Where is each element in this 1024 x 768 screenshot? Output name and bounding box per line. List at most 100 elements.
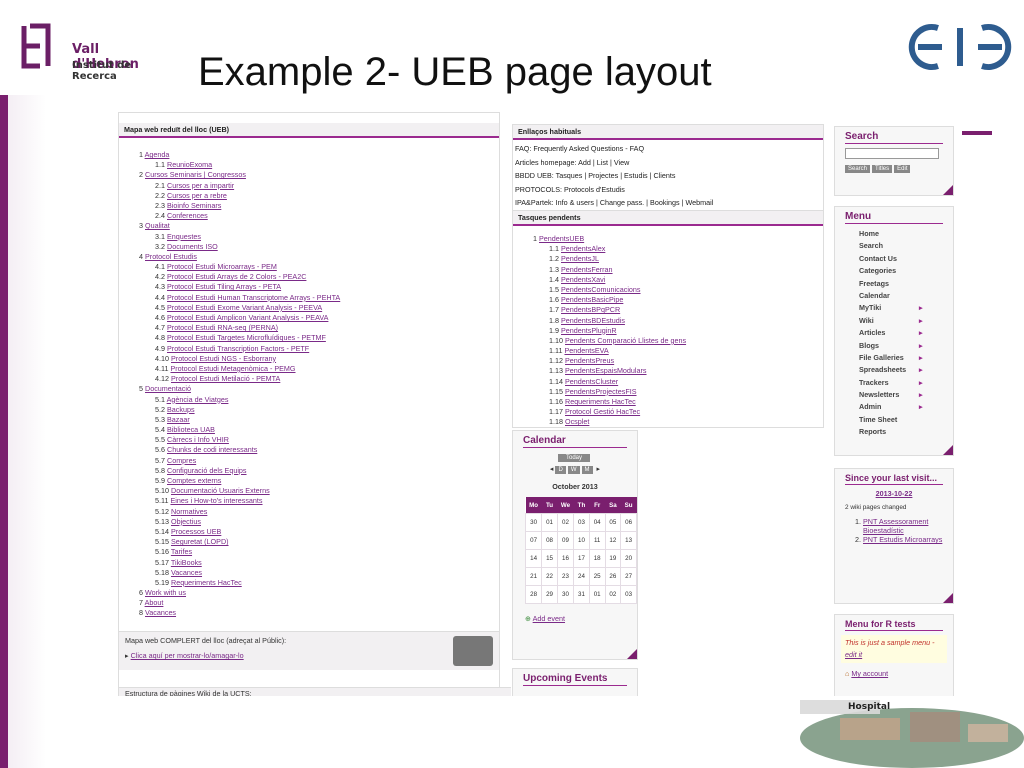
tree-item-link[interactable]: Protocol Estudi Tiling Arrays - PETA	[167, 282, 281, 291]
tree-item-link[interactable]: Protocol Estudi Targetes Microfluídiques…	[167, 333, 326, 342]
menu-item[interactable]: Calendar	[835, 290, 953, 302]
menu-item[interactable]: MyTiki ▸	[835, 302, 953, 314]
calendar-day-cell[interactable]: 18	[588, 549, 606, 568]
search-button-titles[interactable]: Titles	[872, 165, 893, 173]
tree-item-link[interactable]: PendentsBDEstudis	[561, 316, 625, 325]
tree-item-link[interactable]: PendentsFerran	[561, 265, 613, 274]
calendar-day-cell[interactable]: 14	[524, 549, 543, 568]
menu-item[interactable]: Newsletters ▸	[835, 389, 953, 401]
tree-item-link[interactable]: PendentsProjectesFIS	[565, 387, 637, 396]
calendar-day-cell[interactable]: 12	[604, 531, 622, 550]
tree-item-link[interactable]: Biblioteca UAB	[167, 425, 215, 434]
tree-item-link[interactable]: TikiBooks	[171, 558, 202, 567]
tree-item-link[interactable]: Cursos per a rebre	[167, 191, 227, 200]
calendar-day-cell[interactable]: 28	[524, 585, 543, 604]
calendar-day-cell[interactable]: 26	[604, 567, 622, 586]
tree-item-link[interactable]: Configuració dels Equips	[167, 466, 247, 475]
tree-item-link[interactable]: Protocol Estudis	[145, 252, 197, 261]
calendar-day-cell[interactable]: 24	[573, 567, 590, 586]
today-button[interactable]: Today	[557, 454, 590, 462]
tree-item-link[interactable]: Cursos per a impartir	[167, 181, 234, 190]
calendar-day-cell[interactable]: 02	[556, 513, 575, 532]
calendar-day-cell[interactable]: 16	[556, 549, 575, 568]
calendar-day-cell[interactable]: 04	[588, 513, 606, 532]
menu-item[interactable]: Wiki ▸	[835, 315, 953, 327]
calendar-view-button[interactable]: W	[567, 466, 580, 474]
tree-item-link[interactable]: Conferences	[167, 211, 208, 220]
tree-item-link[interactable]: Eines i How-to's interessants	[170, 496, 262, 505]
tree-item-link[interactable]: Protocol Gestió HacTec	[565, 407, 640, 416]
tree-item-link[interactable]: PendentsBPqPCR	[561, 305, 620, 314]
search-button-search[interactable]: Search	[845, 165, 871, 173]
calendar-day-cell[interactable]: 09	[556, 531, 575, 550]
menu-item[interactable]: Trackers ▸	[835, 377, 953, 389]
calendar-day-cell[interactable]: 08	[541, 531, 558, 550]
tree-item-link[interactable]: Protocol Estudi Exome Variant Analysis -…	[167, 303, 322, 312]
tree-item-link[interactable]: Objectius	[171, 517, 201, 526]
tree-item-link[interactable]: Work with us	[145, 588, 186, 597]
tree-item-link[interactable]: Normatives	[171, 507, 207, 516]
calendar-day-cell[interactable]: 19	[604, 549, 622, 568]
tree-item-link[interactable]: Processos UEB	[171, 527, 221, 536]
menu-item[interactable]: Home	[835, 228, 953, 240]
tree-item-link[interactable]: Comptes externs	[167, 476, 221, 485]
tree-item-link[interactable]: Càrrecs i Info VHIR	[167, 435, 229, 444]
calendar-day-cell[interactable]: 17	[573, 549, 590, 568]
calendar-day-cell[interactable]: 01	[588, 585, 606, 604]
complete-map-toggle-link[interactable]: Clica aquí per mostrar-lo/amagar-lo	[131, 651, 244, 660]
tree-item-link[interactable]: Documentació	[145, 384, 191, 393]
tree-item-link[interactable]: Chunks de codi interessants	[167, 445, 257, 454]
calendar-day-cell[interactable]: 31	[573, 585, 590, 604]
tree-item-link[interactable]: Agència de Viatges	[167, 395, 229, 404]
tree-item-link[interactable]: Tarifes	[171, 547, 192, 556]
tree-item-link[interactable]: Requeriments HacTec	[565, 397, 636, 406]
menu-item[interactable]: Search	[835, 240, 953, 252]
tree-item-link[interactable]: PendentsJL	[561, 254, 599, 263]
tree-item-link[interactable]: Enquestes	[167, 232, 201, 241]
tree-item-link[interactable]: Bioinfo Seminars	[167, 201, 221, 210]
search-button-edit[interactable]: Edit	[894, 165, 911, 173]
menu-item[interactable]: Admin ▸	[835, 401, 953, 413]
calendar-day-cell[interactable]: 10	[573, 531, 590, 550]
tree-item-link[interactable]: About	[145, 598, 164, 607]
tree-item-link[interactable]: Protocol Estudi RNA-seq (PERNA)	[167, 323, 278, 332]
menu-item[interactable]: Categories	[835, 265, 953, 277]
tree-item-link[interactable]: Protocol Estudi Metagenòmica - PEMG	[170, 364, 295, 373]
menu-item[interactable]: Time Sheet	[835, 414, 953, 426]
tree-item-link[interactable]: Protocol Estudi Amplicon Variant Analysi…	[167, 313, 328, 322]
tree-item-link[interactable]: Protocol Estudi Arrays de 2 Colors - PEA…	[167, 272, 306, 281]
calendar-view-button[interactable]: D	[555, 466, 566, 474]
calendar-day-cell[interactable]: 29	[541, 585, 558, 604]
tree-item-link[interactable]: Protocol Estudi Human Transcriptome Arra…	[167, 293, 340, 302]
tree-item-link[interactable]: PendentsUEB	[539, 234, 584, 243]
tree-item-link[interactable]: Compres	[167, 456, 196, 465]
menu-item[interactable]: Reports	[835, 426, 953, 438]
calendar-day-cell[interactable]: 27	[620, 567, 637, 586]
calendar-day-cell[interactable]: 01	[541, 513, 558, 532]
calendar-day-cell[interactable]: 07	[524, 531, 543, 550]
calendar-day-cell[interactable]: 22	[541, 567, 558, 586]
tree-item-link[interactable]: Ocsplet	[565, 417, 589, 426]
tree-item-link[interactable]: PendentsBasicPipe	[561, 295, 623, 304]
tree-item-link[interactable]: PendentsXavi	[561, 275, 605, 284]
calendar-day-cell[interactable]: 23	[556, 567, 575, 586]
calendar-day-cell[interactable]: 13	[620, 531, 637, 550]
rtests-edit-link[interactable]: edit it	[845, 650, 862, 659]
tree-item-link[interactable]: Seguretat (LOPD)	[171, 537, 229, 546]
tree-item-link[interactable]: Documentació Usuaris Externs	[171, 486, 270, 495]
tree-item-link[interactable]: PendentsAlex	[561, 244, 605, 253]
tree-item-link[interactable]: Qualitat	[145, 221, 170, 230]
changed-page-link[interactable]: PNT Estudis Microarrays	[863, 535, 942, 544]
tree-item-link[interactable]: PendentsEspaisModulars	[565, 366, 647, 375]
tree-item-link[interactable]: Documents ISO	[167, 242, 218, 251]
search-input[interactable]	[845, 148, 939, 159]
menu-item[interactable]: Articles ▸	[835, 327, 953, 339]
tree-item-link[interactable]: Bazaar	[167, 415, 190, 424]
menu-item[interactable]: Blogs ▸	[835, 340, 953, 352]
tree-item-link[interactable]: Agenda	[145, 150, 170, 159]
tree-item-link[interactable]: Cursos Seminaris | Congressos	[145, 170, 246, 179]
my-account-link[interactable]: My account	[851, 669, 888, 678]
quick-link-line[interactable]: Articles homepage: Add | List | View	[515, 156, 821, 170]
tree-item-link[interactable]: Protocol Estudi Transcription Factors - …	[167, 344, 309, 353]
add-event-link[interactable]: Add event	[533, 614, 565, 623]
